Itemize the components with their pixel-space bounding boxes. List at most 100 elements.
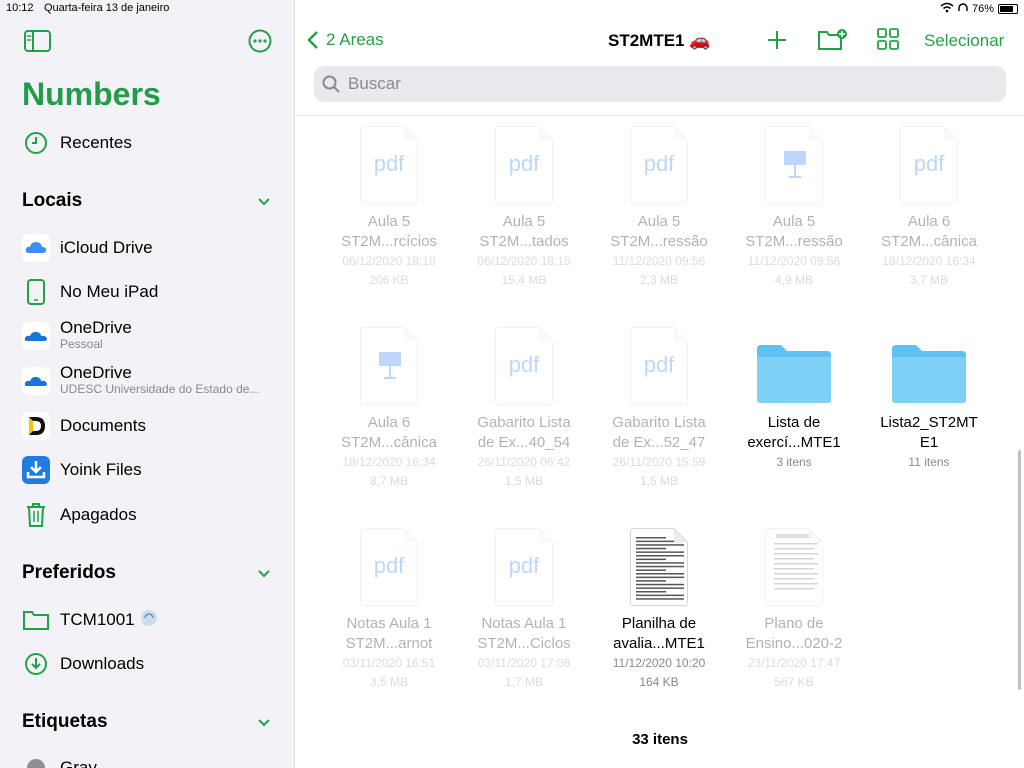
file-size: 206 KB xyxy=(369,273,409,287)
file-name-line: de Ex...52_47 xyxy=(612,434,706,451)
pdf-icon: pdf xyxy=(900,126,958,204)
file-date: 18/12/2020 16:34 xyxy=(882,254,976,268)
pdf-icon: pdf xyxy=(495,528,553,606)
main-content: 76% 2 Areas ST2MTE1 🚗 Selecionar Buscar … xyxy=(296,0,1024,768)
file-name-line: de Ex...40_54 xyxy=(477,434,571,451)
folder-plus-icon xyxy=(818,29,847,50)
file-item[interactable]: pdf Aula 5 ST2M...rcícios 06/12/2020 18:18 2… xyxy=(324,122,454,290)
onedrive-icon xyxy=(22,322,50,350)
pdf-icon: pdf xyxy=(360,528,418,606)
file-size: 8,7 MB xyxy=(369,474,408,488)
pdf-icon: pdf xyxy=(495,126,553,204)
add-button[interactable] xyxy=(765,28,789,57)
file-item[interactable]: pdf Aula 6 ST2M...cânica 18/12/2020 16:34 3,… xyxy=(864,122,994,290)
toolbar: 2 Areas ST2MTE1 🚗 Selecionar xyxy=(296,0,1024,116)
file-item[interactable]: pdf Notas Aula 1 ST2M...Ciclos 03/11/2020 1… xyxy=(459,524,589,692)
sidebar-item-recentes[interactable]: Recentes xyxy=(0,123,294,163)
sidebar-item-sublabel: Pessoal xyxy=(60,337,103,351)
file-name-line: Lista de xyxy=(767,414,821,431)
file-item[interactable]: pdf Notas Aula 1 ST2M...arnot 03/11/2020 16… xyxy=(324,524,454,692)
sidebar-item-yoink-files[interactable]: Yoink Files xyxy=(0,450,294,490)
sidebar-item-onedrive-udesc[interactable]: OneDrive UDESC Universidade do Estado de… xyxy=(0,361,294,401)
pdf-icon: pdf xyxy=(495,327,553,405)
item-count: 33 itens xyxy=(632,731,688,748)
file-size: 3,7 MB xyxy=(909,273,948,287)
back-button[interactable]: 2 Areas xyxy=(306,30,384,50)
pdf-label: pdf xyxy=(913,151,945,176)
file-name-line: Aula 5 xyxy=(772,213,816,230)
folder-icon xyxy=(892,345,966,403)
file-thumbnail xyxy=(594,524,724,606)
file-item[interactable]: Aula 5 ST2M...ressão 11/12/2020 09:56 4,9 M… xyxy=(729,122,859,290)
pdf-label: pdf xyxy=(643,151,675,176)
file-name-line: Gabarito Lista xyxy=(477,414,571,431)
file-item[interactable]: pdf Gabarito Lista de Ex...40_54 26/11/2020… xyxy=(459,323,589,491)
folder-item[interactable]: Lista de exercí...MTE1 3 itens xyxy=(729,323,859,472)
grid-view-button[interactable] xyxy=(877,28,899,55)
file-name-line: E1 xyxy=(919,434,939,451)
section-preferidos[interactable]: Preferidos xyxy=(22,562,116,584)
file-thumbnail: pdf xyxy=(324,524,454,606)
search-input[interactable] xyxy=(348,74,948,94)
sidebar-item-label: Apagados xyxy=(60,505,137,524)
file-name-line: Plano de xyxy=(764,615,824,632)
sidebar-item-no-meu-ipad[interactable]: No Meu iPad xyxy=(0,272,294,312)
file-item[interactable]: Aula 6 ST2M...cânica 18/12/2020 16:34 8,7 M… xyxy=(324,323,454,491)
section-etiquetas[interactable]: Etiquetas xyxy=(22,711,108,733)
chevron-down-icon[interactable] xyxy=(258,196,270,208)
file-thumbnail: pdf xyxy=(459,524,589,606)
file-name: Lista de exercí...MTE1 xyxy=(729,413,859,453)
status-date: Quarta-feira 13 de janeiro xyxy=(44,2,170,14)
search-bar[interactable] xyxy=(314,66,1006,102)
file-item[interactable]: pdf Gabarito Lista de Ex...52_47 26/11/2020… xyxy=(594,323,724,491)
sidebar-item-icloud-drive[interactable]: iCloud Drive xyxy=(0,228,294,268)
folder-item-count: 3 itens xyxy=(776,455,812,469)
pdf-label: pdf xyxy=(508,352,540,377)
tag-dot-icon xyxy=(22,754,50,768)
documents-icon xyxy=(22,412,50,440)
scrollbar[interactable] xyxy=(1018,450,1021,690)
file-thumbnail: pdf xyxy=(594,323,724,405)
file-date: 03/11/2020 17:08 xyxy=(477,656,571,670)
sidebar-item-apagados[interactable]: Apagados xyxy=(0,495,294,535)
file-thumbnail: pdf xyxy=(459,122,589,204)
sidebar-item-tcm1001[interactable]: TCM1001 xyxy=(0,600,294,640)
sidebar-item-downloads[interactable]: Downloads xyxy=(0,644,294,684)
file-size: 567 KB xyxy=(774,675,814,689)
file-size: 164 KB xyxy=(639,675,679,689)
sidebar-item-label: Documents xyxy=(60,416,146,435)
new-folder-button[interactable] xyxy=(817,28,849,57)
sidebar-item-onedrive-pessoal[interactable]: OneDrive Pessoal xyxy=(0,316,294,356)
file-item[interactable]: pdf Aula 5 ST2M...ressão 11/12/2020 09:56 2,… xyxy=(594,122,724,290)
sidebar-toggle-icon[interactable] xyxy=(24,30,51,57)
folder-title: ST2MTE1 🚗 xyxy=(608,31,711,50)
file-item[interactable]: pdf Aula 5 ST2M...tados 06/12/2020 18:15 15,… xyxy=(459,122,589,290)
file-item[interactable]: Plano de Ensino...020-2 23/11/2020 17:47 56… xyxy=(729,524,859,692)
file-name: Notas Aula 1 ST2M...Ciclos xyxy=(459,614,589,654)
pdf-icon: pdf xyxy=(630,327,688,405)
sidebar-item-tag-gray[interactable]: Gray xyxy=(0,748,294,768)
sidebar-item-label: Yoink Files xyxy=(60,460,142,479)
chevron-down-icon[interactable] xyxy=(258,568,270,580)
file-item[interactable]: Planilha de avalia...MTE1 11/12/2020 10:20… xyxy=(594,524,724,692)
more-options-icon[interactable] xyxy=(248,29,272,58)
chevron-down-icon[interactable] xyxy=(258,717,270,729)
file-thumbnail: pdf xyxy=(594,122,724,204)
file-name-line: avalia...MTE1 xyxy=(613,635,705,652)
trash-icon xyxy=(22,501,50,529)
file-name: Aula 6 ST2M...cânica xyxy=(864,212,994,252)
sidebar-item-documents[interactable]: Documents xyxy=(0,406,294,446)
file-name: Planilha de avalia...MTE1 xyxy=(594,614,724,654)
file-thumbnail xyxy=(729,524,859,606)
file-name-line: ST2M...ressão xyxy=(745,233,843,250)
folder-item[interactable]: Lista2_ST2MT E1 11 itens xyxy=(864,323,994,472)
file-name-line: ST2M...tados xyxy=(479,233,569,250)
file-thumbnail: pdf xyxy=(864,122,994,204)
file-name-line: Aula 6 xyxy=(907,213,951,230)
select-button[interactable]: Selecionar xyxy=(924,31,1004,51)
file-name-line: Gabarito Lista xyxy=(612,414,706,431)
file-name-line: ST2M...Ciclos xyxy=(477,635,571,652)
section-locais[interactable]: Locais xyxy=(22,190,82,212)
file-date: 26/11/2020 06:42 xyxy=(477,455,571,469)
file-size: 1,5 MB xyxy=(639,474,678,488)
